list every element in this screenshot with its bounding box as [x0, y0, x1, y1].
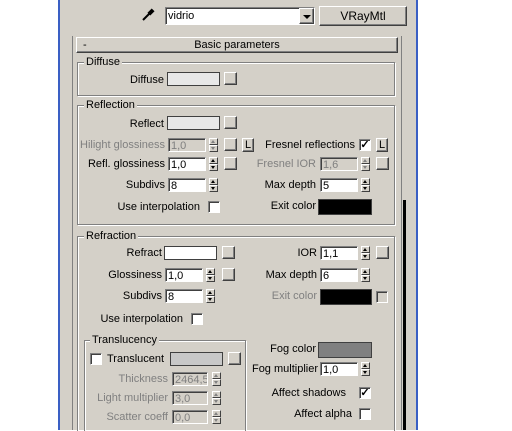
refraction-exit-color-checkbox[interactable]: [376, 291, 388, 303]
reflection-max-depth-spinner[interactable]: [361, 178, 370, 192]
fresnel-lock-button[interactable]: L: [376, 138, 388, 152]
diffuse-map-button[interactable]: [224, 72, 237, 85]
panel-right-border: [416, 0, 418, 430]
hilight-glossiness-spinner[interactable]: [209, 138, 218, 152]
refraction-max-depth-spinner[interactable]: [361, 268, 370, 282]
scatter-coeff-label: Scatter coeff: [106, 411, 168, 423]
refraction-interp-checkbox[interactable]: [191, 313, 203, 325]
hilight-map-button[interactable]: [224, 138, 237, 151]
hilight-glossiness-label: Hilight glossiness: [80, 139, 165, 151]
fresnel-lock-label: L: [378, 139, 386, 151]
hilight-lock-label: L: [244, 139, 252, 151]
fog-multiplier-spinner[interactable]: [361, 362, 370, 376]
material-name-field[interactable]: vidrio: [165, 7, 315, 25]
material-type-button[interactable]: VRayMtl: [319, 6, 407, 26]
refraction-subdivs-spinner[interactable]: [206, 289, 215, 303]
translucent-map-button[interactable]: [228, 352, 241, 365]
affect-alpha-checkbox[interactable]: [359, 408, 371, 420]
refraction-subdivs-label: Subdivs: [122, 290, 162, 302]
scatter-coeff-input[interactable]: 0,0: [172, 410, 208, 424]
affect-shadows-label: Affect shadows: [271, 387, 346, 399]
refract-map-button[interactable]: [222, 246, 235, 259]
refraction-exit-color-label: Exit color: [271, 290, 317, 302]
affect-shadows-checkbox[interactable]: ✓: [359, 387, 371, 399]
reflection-subdivs-spinner[interactable]: [209, 178, 218, 192]
reflection-exit-color-label: Exit color: [270, 200, 316, 212]
translucent-label: Translucent: [107, 353, 165, 365]
translucent-color-swatch[interactable]: [170, 352, 223, 366]
reflect-color-swatch[interactable]: [167, 116, 220, 130]
refl-glossiness-input[interactable]: 1,0: [168, 157, 206, 171]
reflect-map-button[interactable]: [224, 116, 237, 129]
refraction-group-title: Refraction: [84, 230, 139, 242]
reflection-max-depth-input[interactable]: 5: [320, 178, 358, 192]
reflection-exit-color-swatch[interactable]: [318, 199, 372, 215]
fog-color-swatch[interactable]: [318, 342, 372, 358]
scrollbar[interactable]: [403, 200, 406, 430]
chevron-down-icon[interactable]: [299, 8, 314, 24]
ior-spinner[interactable]: [361, 246, 370, 260]
reflection-subdivs-input[interactable]: 8: [168, 178, 206, 192]
refraction-glossiness-label: Glossiness: [108, 269, 162, 281]
ior-input[interactable]: 1,1: [320, 246, 358, 260]
reflection-group-title: Reflection: [84, 99, 137, 111]
thickness-label: Thickness: [118, 373, 168, 385]
refl-glossiness-spinner[interactable]: [209, 157, 218, 171]
thickness-input[interactable]: 2464,5: [172, 372, 208, 386]
fresnel-checkbox[interactable]: ✓: [359, 139, 371, 151]
fresnel-label: Fresnel reflections: [265, 139, 355, 151]
refraction-max-depth-label: Max depth: [265, 269, 317, 281]
refraction-interp-label: Use interpolation: [100, 313, 183, 325]
material-type-label: VRayMtl: [340, 9, 386, 23]
fresnel-ior-spinner[interactable]: [361, 157, 370, 171]
fresnel-ior-label: Fresnel IOR: [256, 158, 316, 170]
ior-label: IOR: [297, 247, 317, 259]
ior-map-button[interactable]: [376, 246, 389, 259]
hilight-glossiness-input[interactable]: 1,0: [168, 138, 206, 152]
reflection-interp-checkbox[interactable]: [208, 201, 220, 213]
light-multiplier-label: Light multiplier: [97, 392, 168, 404]
fog-multiplier-label: Fog multiplier: [251, 363, 318, 375]
translucent-checkbox[interactable]: [90, 353, 102, 365]
refraction-glossiness-spinner[interactable]: [206, 268, 215, 282]
hilight-lock-button[interactable]: L: [242, 138, 254, 152]
reflection-interp-label: Use interpolation: [117, 201, 200, 213]
reflection-max-depth-label: Max depth: [264, 179, 316, 191]
reflection-subdivs-label: Subdivs: [125, 179, 165, 191]
panel-left-border: [58, 0, 60, 430]
material-name-value: vidrio: [168, 10, 195, 22]
refraction-exit-color-swatch[interactable]: [320, 289, 372, 305]
fresnel-ior-map-button[interactable]: [376, 157, 389, 170]
fresnel-ior-input[interactable]: 1,6: [320, 157, 358, 171]
diffuse-color-swatch[interactable]: [167, 72, 220, 86]
reflect-label: Reflect: [129, 118, 164, 130]
eyedropper-icon[interactable]: [140, 7, 156, 23]
thickness-spinner[interactable]: [212, 372, 221, 386]
refraction-subdivs-input[interactable]: 8: [165, 289, 203, 303]
diffuse-label: Diffuse: [129, 74, 164, 86]
fog-color-label: Fog color: [270, 343, 316, 355]
affect-alpha-label: Affect alpha: [294, 408, 352, 420]
translucency-group-title: Translucency: [90, 334, 160, 346]
light-multiplier-input[interactable]: 3,0: [172, 391, 208, 405]
light-multiplier-spinner[interactable]: [212, 391, 221, 405]
scatter-coeff-spinner[interactable]: [212, 410, 221, 424]
refract-color-swatch[interactable]: [164, 246, 217, 260]
fog-multiplier-input[interactable]: 1,0: [320, 362, 358, 376]
diffuse-group-title: Diffuse: [84, 56, 123, 68]
refraction-glossiness-map-button[interactable]: [222, 268, 235, 281]
refraction-max-depth-input[interactable]: 6: [320, 268, 358, 282]
refl-glossiness-label: Refl. glossiness: [87, 158, 165, 170]
refraction-glossiness-input[interactable]: 1,0: [165, 268, 203, 282]
refract-label: Refract: [126, 247, 162, 259]
refl-glossiness-map-button[interactable]: [224, 157, 237, 170]
